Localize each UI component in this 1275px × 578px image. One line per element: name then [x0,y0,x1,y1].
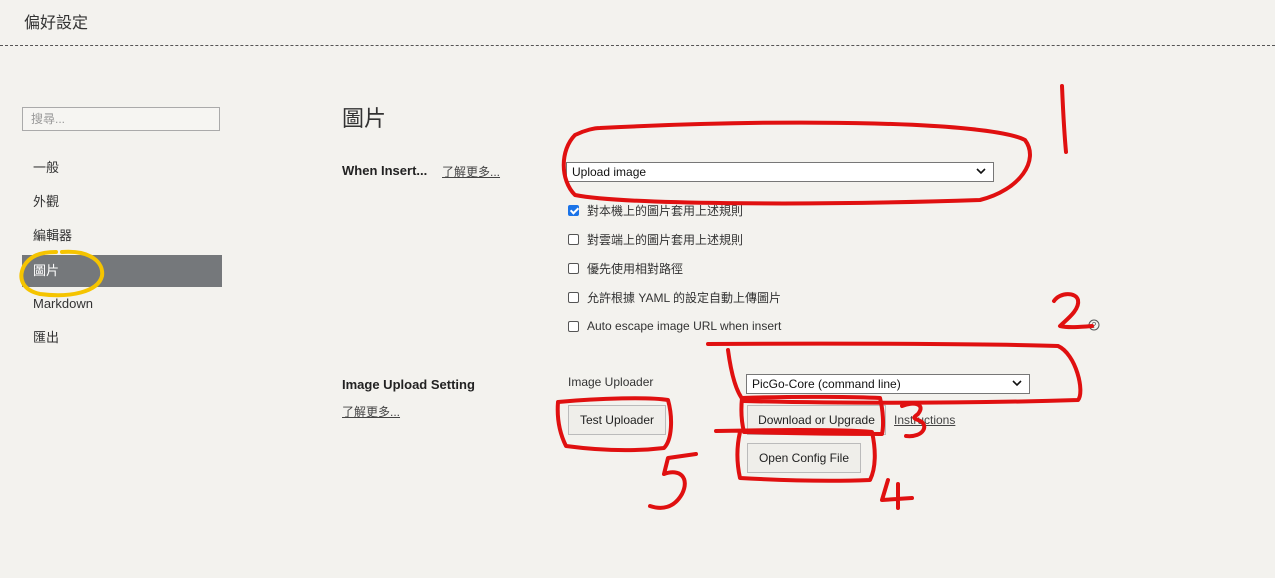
sidebar-item-markdown[interactable]: Markdown [22,288,222,320]
option-label: 對雲端上的圖片套用上述規則 [587,232,744,247]
download-upgrade-button[interactable]: Download or Upgrade [747,405,886,435]
option-label: 優先使用相對路徑 [587,261,684,276]
sidebar-item-editor[interactable]: 編輯器 [22,220,222,252]
chevron-down-icon [1012,380,1022,387]
window-title: 偏好設定 [24,15,89,32]
sidebar-item-image[interactable]: 圖片 [22,255,222,287]
open-config-file-button[interactable]: Open Config File [747,443,861,473]
instructions-link[interactable]: Instructions [894,413,955,427]
search-input[interactable] [22,107,220,131]
test-uploader-button[interactable]: Test Uploader [568,405,666,435]
option-cloud-images[interactable]: 對雲端上的圖片套用上述規則 [568,230,743,248]
checkbox[interactable] [568,262,579,274]
when-insert-select[interactable]: Upload image [566,162,994,182]
annotation-digit-4 [880,478,914,510]
svg-text:?: ? [1092,321,1097,330]
sidebar-item-export[interactable]: 匯出 [22,322,222,354]
sidebar-item-appearance[interactable]: 外觀 [22,186,222,218]
checkbox[interactable] [568,291,579,303]
when-insert-label: When Insert... [342,163,428,178]
upload-learn-more-link[interactable]: 了解更多... [342,403,400,420]
chevron-down-icon [976,168,986,175]
annotation-line-1 [1060,84,1068,154]
uploader-selected-value: PicGo-Core (command line) [752,377,901,391]
annotation-digit-5 [648,452,698,510]
annotation-digit-2 [1052,292,1094,330]
image-uploader-select[interactable]: PicGo-Core (command line) [746,374,1030,394]
option-label: 對本機上的圖片套用上述規則 [587,203,744,218]
option-local-images[interactable]: 對本機上的圖片套用上述規則 [568,201,743,219]
option-yaml-auto-upload[interactable]: 允許根據 YAML 的設定自動上傳圖片 [568,288,781,306]
sidebar-item-general[interactable]: 一般 [22,152,222,184]
page-title: 圖片 [342,106,387,131]
image-uploader-label: Image Uploader [568,375,654,389]
checkbox-checked[interactable] [568,204,579,216]
checkbox[interactable] [568,320,579,332]
option-relative-path[interactable]: 優先使用相對路徑 [568,259,683,277]
option-label: 允許根據 YAML 的設定自動上傳圖片 [587,290,782,305]
checkbox[interactable] [568,233,579,245]
help-icon[interactable]: ? [1088,319,1100,331]
when-insert-selected-value: Upload image [572,165,647,179]
image-upload-setting-label: Image Upload Setting [342,377,475,392]
when-insert-learn-more-link[interactable]: 了解更多... [442,163,500,180]
option-auto-escape-url[interactable]: Auto escape image URL when insert [568,317,781,335]
option-label: Auto escape image URL when insert [587,319,782,333]
title-divider [0,45,1275,46]
